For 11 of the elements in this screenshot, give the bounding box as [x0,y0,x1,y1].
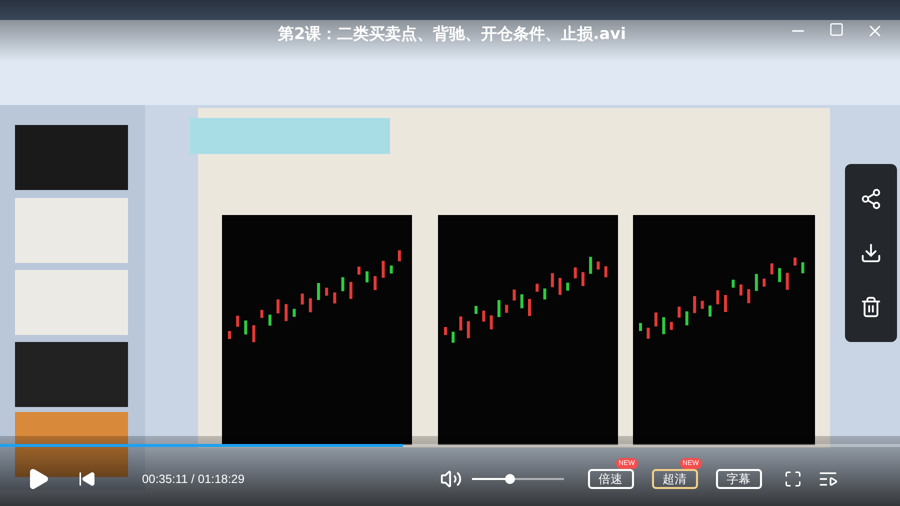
delete-icon[interactable] [860,296,882,318]
share-icon[interactable] [860,188,882,210]
download-icon[interactable] [860,242,882,264]
volume-icon[interactable] [440,468,462,490]
fullscreen-icon[interactable] [784,470,802,488]
progress-track[interactable] [0,444,900,447]
maximize-icon[interactable] [829,22,844,37]
time-display: 00:35:11 / 01:18:29 [142,471,245,488]
skip-icon[interactable] [78,470,96,488]
video-title: 第2课：二类买卖点、背驰、开仓条件、止损.avi [278,23,626,45]
option-button[interactable]: 字幕 [716,469,762,489]
